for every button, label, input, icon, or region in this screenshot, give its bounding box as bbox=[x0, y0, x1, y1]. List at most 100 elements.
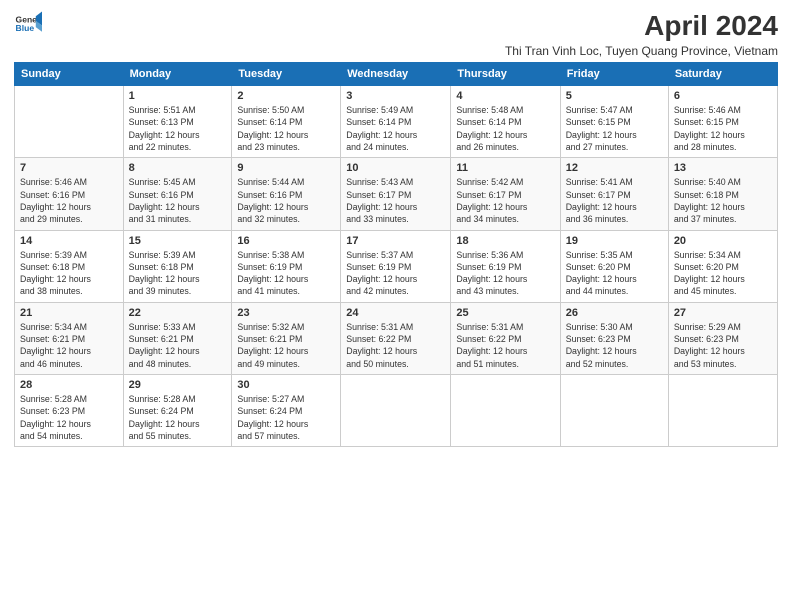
day-number: 19 bbox=[566, 235, 663, 247]
day-cell: 12Sunrise: 5:41 AMSunset: 6:17 PMDayligh… bbox=[560, 158, 668, 230]
day-cell: 15 Sunrise: 5:39 AMSunset: 6:18 PMDayligh… bbox=[123, 230, 232, 302]
day-number: 24 bbox=[346, 307, 445, 319]
day-cell: 14 Sunrise: 5:39 AMSunset: 6:18 PMDayligh… bbox=[15, 230, 124, 302]
day-number: 9 bbox=[237, 162, 335, 174]
day-info: Sunrise: 5:28 AMSunset: 6:24 PMDaylight:… bbox=[129, 393, 227, 442]
day-info: Sunrise: 5:47 AMSunset: 6:15 PMDaylight:… bbox=[566, 104, 663, 153]
day-number: 16 bbox=[237, 235, 335, 247]
day-cell: 18 Sunrise: 5:36 AMSunset: 6:19 PMDayligh… bbox=[451, 230, 560, 302]
week-row-4: 28Sunrise: 5:28 AMSunset: 6:23 PMDayligh… bbox=[15, 375, 778, 447]
title-block: April 2024 Thi Tran Vinh Loc, Tuyen Quan… bbox=[505, 10, 778, 58]
month-title: April 2024 bbox=[505, 10, 778, 42]
day-cell: 3 Sunrise: 5:49 AMSunset: 6:14 PMDaylight… bbox=[341, 86, 451, 158]
day-cell: 22Sunrise: 5:33 AMSunset: 6:21 PMDayligh… bbox=[123, 302, 232, 374]
day-number: 23 bbox=[237, 307, 335, 319]
day-cell: 6Sunrise: 5:46 AMSunset: 6:15 PMDaylight… bbox=[668, 86, 777, 158]
calendar-table: SundayMondayTuesdayWednesdayThursdayFrid… bbox=[14, 62, 778, 447]
day-info: Sunrise: 5:34 AMSunset: 6:20 PMDaylight:… bbox=[674, 249, 772, 298]
day-number: 28 bbox=[20, 379, 118, 391]
day-number: 17 bbox=[346, 235, 445, 247]
day-number: 1 bbox=[129, 90, 227, 102]
day-info: Sunrise: 5:37 AMSunset: 6:19 PMDaylight:… bbox=[346, 249, 445, 298]
day-cell: 19 Sunrise: 5:35 AMSunset: 6:20 PMDayligh… bbox=[560, 230, 668, 302]
day-cell bbox=[15, 86, 124, 158]
day-cell: 7Sunrise: 5:46 AMSunset: 6:16 PMDaylight… bbox=[15, 158, 124, 230]
logo: General Blue bbox=[14, 10, 42, 38]
day-cell: 1 Sunrise: 5:51 AMSunset: 6:13 PMDaylight… bbox=[123, 86, 232, 158]
day-info: Sunrise: 5:45 AMSunset: 6:16 PMDaylight:… bbox=[129, 176, 227, 225]
header-day-saturday: Saturday bbox=[668, 63, 777, 86]
day-cell: 4 Sunrise: 5:48 AMSunset: 6:14 PMDaylight… bbox=[451, 86, 560, 158]
day-cell: 10 Sunrise: 5:43 AMSunset: 6:17 PMDayligh… bbox=[341, 158, 451, 230]
day-number: 12 bbox=[566, 162, 663, 174]
day-info: Sunrise: 5:27 AMSunset: 6:24 PMDaylight:… bbox=[237, 393, 335, 442]
day-cell: 29 Sunrise: 5:28 AMSunset: 6:24 PMDayligh… bbox=[123, 375, 232, 447]
day-cell: 26Sunrise: 5:30 AMSunset: 6:23 PMDayligh… bbox=[560, 302, 668, 374]
day-number: 25 bbox=[456, 307, 554, 319]
day-number: 11 bbox=[456, 162, 554, 174]
day-info: Sunrise: 5:50 AMSunset: 6:14 PMDaylight:… bbox=[237, 104, 335, 153]
day-number: 15 bbox=[129, 235, 227, 247]
week-row-1: 7Sunrise: 5:46 AMSunset: 6:16 PMDaylight… bbox=[15, 158, 778, 230]
week-row-0: 1 Sunrise: 5:51 AMSunset: 6:13 PMDaylight… bbox=[15, 86, 778, 158]
day-info: Sunrise: 5:36 AMSunset: 6:19 PMDaylight:… bbox=[456, 249, 554, 298]
day-info: Sunrise: 5:39 AMSunset: 6:18 PMDaylight:… bbox=[129, 249, 227, 298]
header-day-wednesday: Wednesday bbox=[341, 63, 451, 86]
day-number: 4 bbox=[456, 90, 554, 102]
day-number: 10 bbox=[346, 162, 445, 174]
day-info: Sunrise: 5:42 AMSunset: 6:17 PMDaylight:… bbox=[456, 176, 554, 225]
day-info: Sunrise: 5:51 AMSunset: 6:13 PMDaylight:… bbox=[129, 104, 227, 153]
day-cell bbox=[451, 375, 560, 447]
day-info: Sunrise: 5:35 AMSunset: 6:20 PMDaylight:… bbox=[566, 249, 663, 298]
day-info: Sunrise: 5:49 AMSunset: 6:14 PMDaylight:… bbox=[346, 104, 445, 153]
day-number: 26 bbox=[566, 307, 663, 319]
day-cell: 30 Sunrise: 5:27 AMSunset: 6:24 PMDayligh… bbox=[232, 375, 341, 447]
day-info: Sunrise: 5:33 AMSunset: 6:21 PMDaylight:… bbox=[129, 321, 227, 370]
day-number: 29 bbox=[129, 379, 227, 391]
day-info: Sunrise: 5:31 AMSunset: 6:22 PMDaylight:… bbox=[346, 321, 445, 370]
day-cell: 11 Sunrise: 5:42 AMSunset: 6:17 PMDayligh… bbox=[451, 158, 560, 230]
day-cell: 2 Sunrise: 5:50 AMSunset: 6:14 PMDaylight… bbox=[232, 86, 341, 158]
day-info: Sunrise: 5:40 AMSunset: 6:18 PMDaylight:… bbox=[674, 176, 772, 225]
day-cell bbox=[668, 375, 777, 447]
day-cell: 13 Sunrise: 5:40 AMSunset: 6:18 PMDayligh… bbox=[668, 158, 777, 230]
day-number: 8 bbox=[129, 162, 227, 174]
day-info: Sunrise: 5:46 AMSunset: 6:16 PMDaylight:… bbox=[20, 176, 118, 225]
day-info: Sunrise: 5:48 AMSunset: 6:14 PMDaylight:… bbox=[456, 104, 554, 153]
day-number: 30 bbox=[237, 379, 335, 391]
day-number: 13 bbox=[674, 162, 772, 174]
day-number: 6 bbox=[674, 90, 772, 102]
day-cell: 23 Sunrise: 5:32 AMSunset: 6:21 PMDayligh… bbox=[232, 302, 341, 374]
day-number: 3 bbox=[346, 90, 445, 102]
day-cell bbox=[341, 375, 451, 447]
logo-icon: General Blue bbox=[14, 10, 42, 38]
header-row: SundayMondayTuesdayWednesdayThursdayFrid… bbox=[15, 63, 778, 86]
day-number: 27 bbox=[674, 307, 772, 319]
day-number: 18 bbox=[456, 235, 554, 247]
day-number: 2 bbox=[237, 90, 335, 102]
day-cell: 17 Sunrise: 5:37 AMSunset: 6:19 PMDayligh… bbox=[341, 230, 451, 302]
week-row-3: 21Sunrise: 5:34 AMSunset: 6:21 PMDayligh… bbox=[15, 302, 778, 374]
page: General Blue April 2024 Thi Tran Vinh Lo… bbox=[0, 0, 792, 612]
day-cell: 16 Sunrise: 5:38 AMSunset: 6:19 PMDayligh… bbox=[232, 230, 341, 302]
header: General Blue April 2024 Thi Tran Vinh Lo… bbox=[14, 10, 778, 58]
day-info: Sunrise: 5:32 AMSunset: 6:21 PMDaylight:… bbox=[237, 321, 335, 370]
day-number: 14 bbox=[20, 235, 118, 247]
day-info: Sunrise: 5:38 AMSunset: 6:19 PMDaylight:… bbox=[237, 249, 335, 298]
day-number: 21 bbox=[20, 307, 118, 319]
day-cell: 21Sunrise: 5:34 AMSunset: 6:21 PMDayligh… bbox=[15, 302, 124, 374]
day-number: 5 bbox=[566, 90, 663, 102]
header-day-monday: Monday bbox=[123, 63, 232, 86]
day-cell: 25 Sunrise: 5:31 AMSunset: 6:22 PMDayligh… bbox=[451, 302, 560, 374]
day-cell: 9Sunrise: 5:44 AMSunset: 6:16 PMDaylight… bbox=[232, 158, 341, 230]
day-number: 20 bbox=[674, 235, 772, 247]
day-cell: 5 Sunrise: 5:47 AMSunset: 6:15 PMDaylight… bbox=[560, 86, 668, 158]
day-info: Sunrise: 5:39 AMSunset: 6:18 PMDaylight:… bbox=[20, 249, 118, 298]
day-cell: 20 Sunrise: 5:34 AMSunset: 6:20 PMDayligh… bbox=[668, 230, 777, 302]
day-info: Sunrise: 5:31 AMSunset: 6:22 PMDaylight:… bbox=[456, 321, 554, 370]
day-info: Sunrise: 5:29 AMSunset: 6:23 PMDaylight:… bbox=[674, 321, 772, 370]
week-row-2: 14 Sunrise: 5:39 AMSunset: 6:18 PMDayligh… bbox=[15, 230, 778, 302]
day-cell bbox=[560, 375, 668, 447]
day-info: Sunrise: 5:43 AMSunset: 6:17 PMDaylight:… bbox=[346, 176, 445, 225]
subtitle: Thi Tran Vinh Loc, Tuyen Quang Province,… bbox=[505, 44, 778, 58]
